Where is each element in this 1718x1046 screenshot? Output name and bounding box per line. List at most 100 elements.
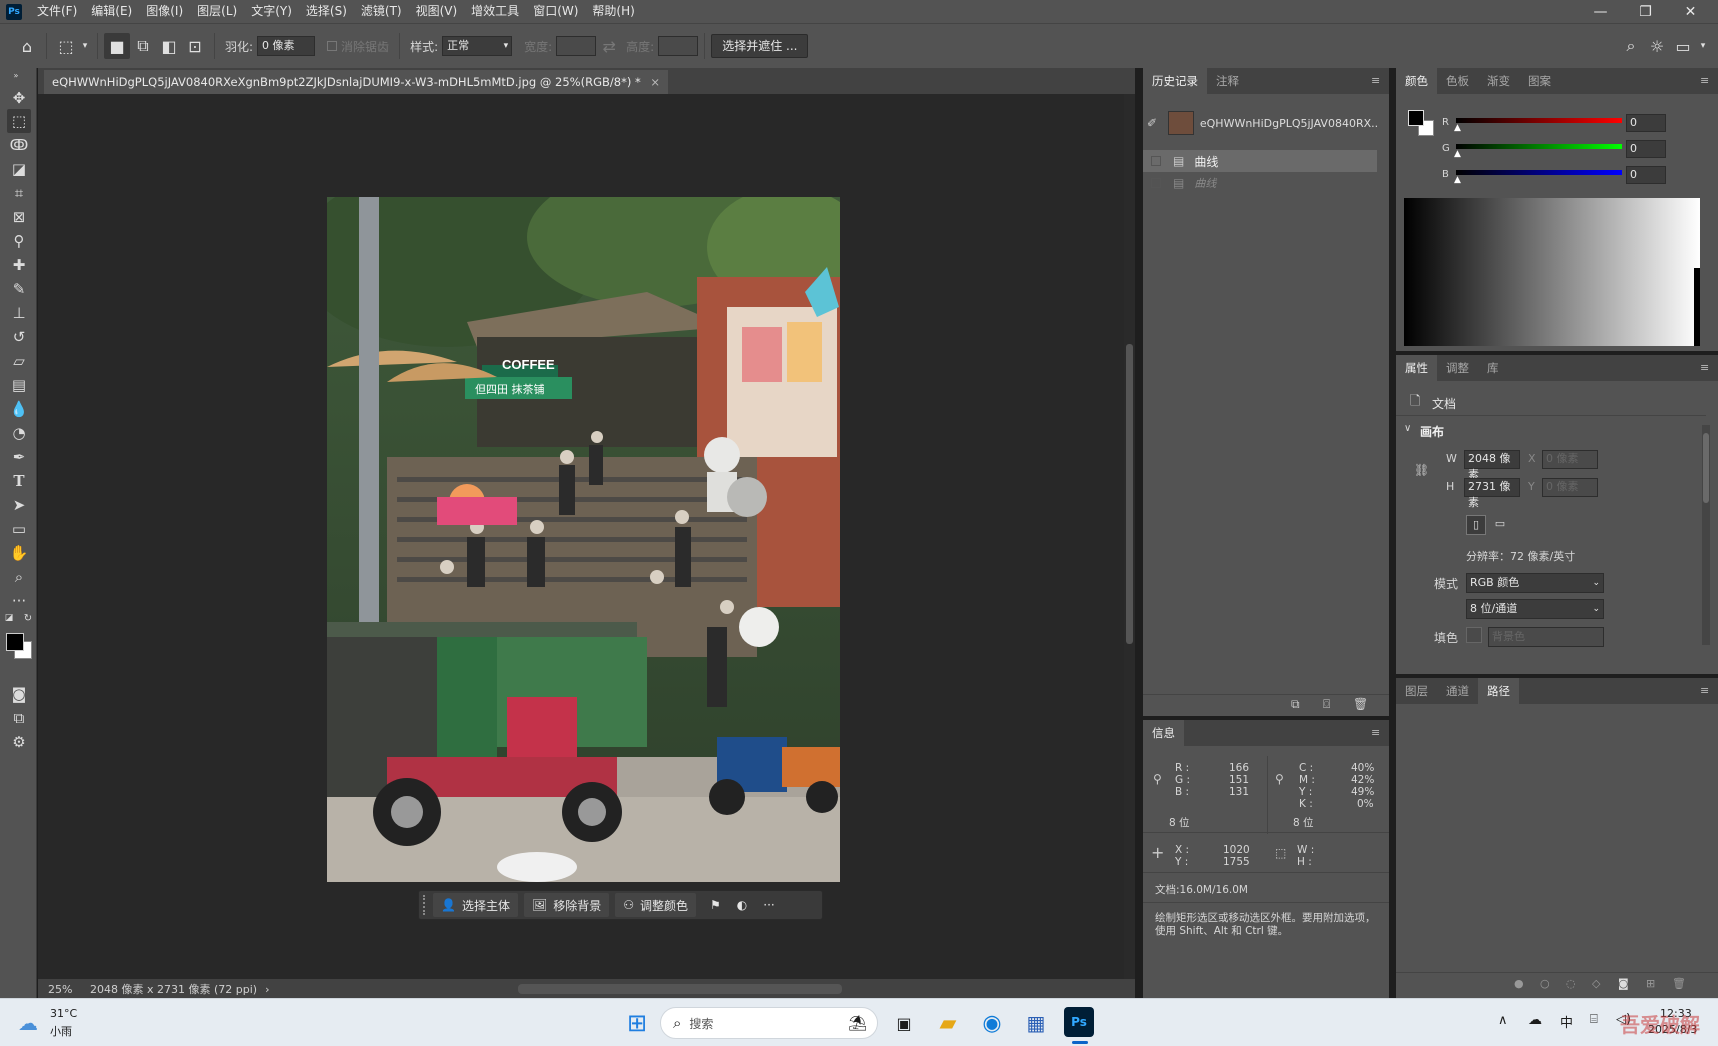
chevron-down-icon[interactable]: ▾ xyxy=(79,33,91,59)
type-tool-icon[interactable]: T xyxy=(7,469,31,493)
menu-type[interactable]: 文字(Y) xyxy=(244,0,299,23)
photoshop-taskbar-icon[interactable]: Ps xyxy=(1064,1007,1094,1037)
chevron-up-icon[interactable]: ∧ xyxy=(1498,1013,1508,1028)
add-selection-icon[interactable]: ⧉ xyxy=(130,33,156,59)
default-colors-icon[interactable]: ◪ xyxy=(3,612,15,624)
tab-gradients[interactable]: 渐变 xyxy=(1478,68,1519,94)
chevron-right-icon[interactable]: › xyxy=(265,983,269,996)
color-ramp[interactable] xyxy=(1404,198,1700,346)
hand-tool-icon[interactable]: ✋ xyxy=(7,541,31,565)
close-tab-icon[interactable]: × xyxy=(650,75,660,89)
green-slider[interactable] xyxy=(1456,144,1622,149)
new-path-icon[interactable]: ⊞ xyxy=(1646,977,1655,990)
rectangle-tool-icon[interactable]: ▭ xyxy=(7,517,31,541)
pen-tool-icon[interactable]: ✒ xyxy=(7,445,31,469)
swap-icon[interactable]: ⇄ xyxy=(596,33,622,59)
history-item[interactable]: ▤ 曲线 xyxy=(1143,172,1377,194)
ime-indicator[interactable]: 中 xyxy=(1560,1012,1573,1031)
blue-slider[interactable] xyxy=(1456,170,1622,175)
height-input[interactable] xyxy=(658,36,699,56)
tab-history[interactable]: 历史记录 xyxy=(1143,68,1207,94)
contrast-icon[interactable]: ◐ xyxy=(729,893,755,917)
fill-path-icon[interactable]: ● xyxy=(1514,977,1524,990)
adjust-color-button[interactable]: ⚇ 调整颜色 xyxy=(615,893,696,917)
eraser-tool-icon[interactable]: ▱ xyxy=(7,349,31,373)
tab-layers[interactable]: 图层 xyxy=(1396,678,1437,704)
width-input[interactable] xyxy=(556,36,597,56)
tab-adjustments[interactable]: 调整 xyxy=(1437,355,1478,381)
menu-file[interactable]: 文件(F) xyxy=(30,0,84,23)
new-document-from-state-icon[interactable]: ⧉ xyxy=(1291,697,1300,712)
new-selection-icon[interactable]: ■ xyxy=(104,33,130,59)
subtract-selection-icon[interactable]: ◧ xyxy=(156,33,182,59)
panel-menu-icon[interactable]: ≡ xyxy=(1700,75,1712,87)
link-icon[interactable]: ⛓ xyxy=(1414,463,1429,477)
marquee-preset-icon[interactable]: ⬚ xyxy=(53,33,79,59)
network-icon[interactable]: ⌸ xyxy=(1590,1012,1598,1027)
history-checkbox[interactable] xyxy=(1151,178,1161,188)
foreground-color-swatch[interactable] xyxy=(6,633,24,651)
path-selection-tool-icon[interactable]: ➤ xyxy=(7,493,31,517)
slider-thumb-icon[interactable]: ▲ xyxy=(1454,175,1461,185)
move-tool-icon[interactable]: ✥ xyxy=(7,86,31,110)
history-brush-tool-icon[interactable]: ↺ xyxy=(7,325,31,349)
tab-color[interactable]: 颜色 xyxy=(1396,68,1437,94)
tab-swatches[interactable]: 色板 xyxy=(1437,68,1478,94)
document-image[interactable]: COFFEE 但四田 抹茶铺 xyxy=(327,197,840,882)
remove-background-button[interactable]: 🖼 移除背景 xyxy=(523,893,610,917)
history-item[interactable]: ▤ 曲线 xyxy=(1143,150,1377,172)
menu-plugins[interactable]: 增效工具 xyxy=(464,0,526,23)
menu-window[interactable]: 窗口(W) xyxy=(526,0,585,23)
panel-menu-icon[interactable]: ≡ xyxy=(1700,685,1712,697)
tab-channels[interactable]: 通道 xyxy=(1437,678,1478,704)
task-view-icon[interactable]: ▣ xyxy=(888,1007,920,1039)
color-ramp-black-swatch[interactable] xyxy=(1694,268,1700,346)
home-icon[interactable]: ⌂ xyxy=(14,33,40,59)
camera-icon[interactable]: ⌼ xyxy=(1323,697,1330,712)
panel-menu-icon[interactable]: ≡ xyxy=(1700,362,1712,374)
menu-select[interactable]: 选择(S) xyxy=(299,0,354,23)
edge-icon[interactable]: ◉ xyxy=(976,1007,1008,1039)
canvas-area[interactable]: COFFEE 但四田 抹茶铺 👤 选择主体 🖼 移除背景 ⚇ 调整颜色 ⚑ ◐ … xyxy=(38,94,1135,979)
chevron-down-icon[interactable]: ∨ xyxy=(1404,423,1411,434)
canvas-width-input[interactable]: 2048 像素 xyxy=(1464,450,1520,481)
blur-tool-icon[interactable]: 💧 xyxy=(7,397,31,421)
windows-start-icon[interactable]: ⊞ xyxy=(621,1007,653,1039)
menu-layer[interactable]: 图层(L) xyxy=(190,0,244,23)
microsoft-store-icon[interactable]: ▦ xyxy=(1020,1007,1052,1039)
landscape-orientation-icon[interactable]: ▭ xyxy=(1490,515,1510,535)
chevron-down-icon[interactable]: ▾ xyxy=(1696,33,1710,59)
lightbulb-icon[interactable]: ☼ xyxy=(1644,33,1670,59)
history-snapshot[interactable]: ✐ eQHWWnHiDgPLQ5jJAV0840RX... xyxy=(1143,108,1377,138)
extensions-icon[interactable]: ⚙ xyxy=(7,730,31,754)
bit-depth-select[interactable]: 8 位/通道 ⌄ xyxy=(1466,599,1604,619)
dodge-tool-icon[interactable]: ◔ xyxy=(7,421,31,445)
select-and-mask-button[interactable]: 选择并遮住 ... xyxy=(711,34,809,58)
taskbar-search[interactable]: ⌕ 搜索 ⛱ xyxy=(660,1007,878,1039)
panel-menu-icon[interactable]: ≡ xyxy=(1371,727,1383,739)
style-select[interactable]: 正常 ▾ xyxy=(442,36,513,56)
history-checkbox[interactable] xyxy=(1151,156,1161,166)
brush-tool-icon[interactable]: ✎ xyxy=(7,277,31,301)
menu-filter[interactable]: 滤镜(T) xyxy=(354,0,409,23)
more-tools-icon[interactable]: ··· xyxy=(7,589,31,613)
foreground-color-swatch[interactable] xyxy=(1408,110,1424,126)
slider-thumb-icon[interactable]: ▲ xyxy=(1454,123,1461,133)
blue-input[interactable]: 0 xyxy=(1626,166,1666,184)
horizontal-scrollbar-thumb[interactable] xyxy=(518,984,842,994)
canvas-y-input[interactable]: 0 像素 xyxy=(1542,478,1598,497)
intersect-selection-icon[interactable]: ⊡ xyxy=(182,33,208,59)
tab-paths[interactable]: 路径 xyxy=(1478,678,1519,704)
menu-help[interactable]: 帮助(H) xyxy=(585,0,641,23)
quick-mask-icon[interactable]: ◙ xyxy=(7,682,31,706)
minimize-icon[interactable]: — xyxy=(1578,0,1623,23)
restore-icon[interactable]: ❐ xyxy=(1623,0,1668,23)
screen-mode-icon[interactable]: ⧉ xyxy=(7,706,31,730)
crop-tool-icon[interactable]: ⌗ xyxy=(7,181,31,205)
scrollbar-thumb[interactable] xyxy=(1703,433,1709,503)
load-selection-icon[interactable]: ◌ xyxy=(1566,977,1576,990)
tab-info[interactable]: 信息 xyxy=(1143,720,1184,746)
fill-swatch[interactable] xyxy=(1466,627,1482,643)
canvas-height-input[interactable]: 2731 像素 xyxy=(1464,478,1520,509)
portrait-orientation-icon[interactable]: ▯ xyxy=(1466,515,1486,535)
